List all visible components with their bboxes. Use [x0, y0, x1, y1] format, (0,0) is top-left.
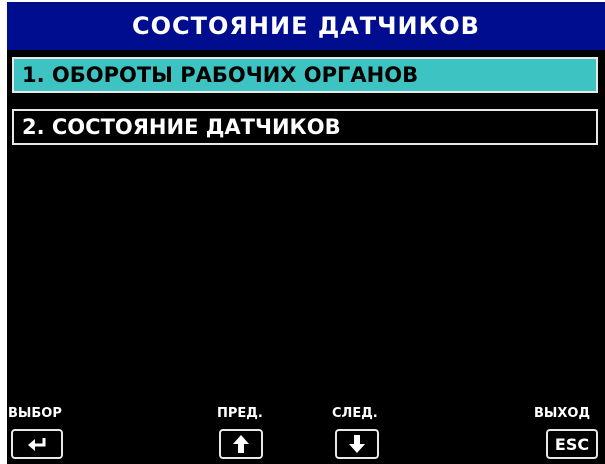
esc-key-label: ESC — [554, 434, 590, 454]
select-button[interactable] — [11, 429, 63, 459]
menu-item-sensor-status[interactable]: 2. СОСТОЯНИЕ ДАТЧИКОВ — [12, 109, 598, 145]
next-label: СЛЕД. — [332, 406, 378, 421]
arrow-down-icon — [348, 434, 366, 454]
arrow-up-icon — [232, 434, 250, 454]
prev-button[interactable] — [219, 429, 263, 459]
next-button[interactable] — [335, 429, 379, 459]
menu-item-working-parts-rpm[interactable]: 1. ОБОРОТЫ РАБОЧИХ ОРГАНОВ — [12, 57, 598, 93]
select-label: ВЫБОР — [8, 406, 62, 421]
enter-arrow-icon — [26, 436, 48, 452]
sensor-status-screen: СОСТОЯНИЕ ДАТЧИКОВ 1. ОБОРОТЫ РАБОЧИХ ОР… — [7, 2, 605, 464]
screen-title: СОСТОЯНИЕ ДАТЧИКОВ — [7, 2, 605, 50]
exit-label: ВЫХОД — [534, 406, 591, 421]
exit-button[interactable]: ESC — [546, 429, 598, 459]
prev-label: ПРЕД. — [217, 406, 263, 421]
